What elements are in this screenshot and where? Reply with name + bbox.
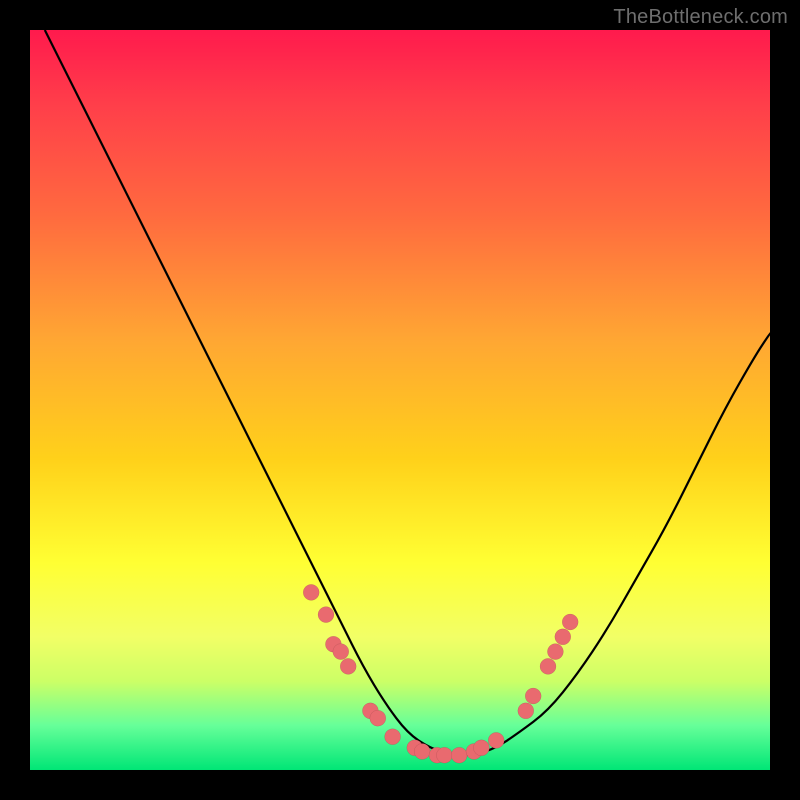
- data-marker: [370, 710, 386, 726]
- data-marker: [303, 584, 319, 600]
- marker-group: [303, 584, 578, 763]
- data-marker: [451, 747, 467, 763]
- plot-area: [30, 30, 770, 770]
- chart-svg: [30, 30, 770, 770]
- data-marker: [333, 644, 349, 660]
- data-marker: [525, 688, 541, 704]
- chart-frame: TheBottleneck.com: [0, 0, 800, 800]
- data-marker: [436, 747, 452, 763]
- data-marker: [340, 658, 356, 674]
- data-marker: [518, 703, 534, 719]
- data-marker: [473, 740, 489, 756]
- data-marker: [562, 614, 578, 630]
- data-marker: [547, 644, 563, 660]
- data-marker: [488, 732, 504, 748]
- bottleneck-curve: [45, 30, 770, 755]
- data-marker: [414, 744, 430, 760]
- watermark-text: TheBottleneck.com: [613, 6, 788, 29]
- data-marker: [318, 607, 334, 623]
- data-marker: [385, 729, 401, 745]
- data-marker: [555, 629, 571, 645]
- data-marker: [540, 658, 556, 674]
